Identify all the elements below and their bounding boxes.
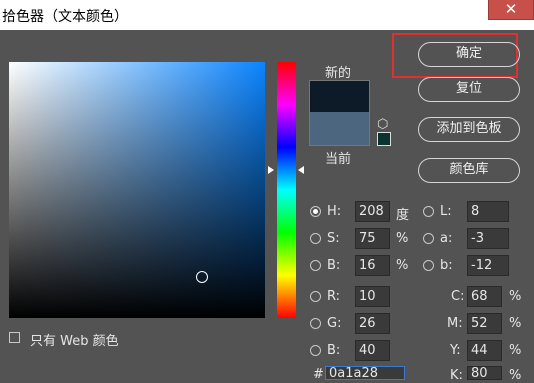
reset-button[interactable]: 复位 [418,77,520,102]
cube-icon[interactable]: ⬡ [377,117,388,132]
ok-button[interactable]: 确定 [418,42,520,67]
lab-b-radio[interactable] [423,260,434,271]
r-input[interactable]: 10 [355,286,390,307]
title-bar: 拾色器（文本颜色） [0,0,534,30]
g-label: G: [327,316,342,331]
color-libraries-button[interactable]: 颜色库 [418,158,520,183]
m-label: M: [447,316,463,331]
b-unit: % [396,258,409,273]
y-unit: % [509,343,522,358]
add-to-swatches-button[interactable]: 添加到色板 [418,117,520,142]
r-label: R: [327,289,341,304]
lab-a-input[interactable]: -3 [467,228,509,249]
k-unit: % [509,368,522,383]
s-unit: % [396,231,409,246]
s-radio[interactable] [310,233,321,244]
y-label: Y: [450,343,461,358]
hex-input[interactable]: 0a1a28 [325,366,405,381]
new-color-swatch [309,80,370,113]
lab-l-label: L: [440,204,452,219]
close-button[interactable]: ✕ [488,0,534,20]
k-label: K: [450,368,463,383]
h-input[interactable]: 208 [355,201,390,222]
c-unit: % [509,289,522,304]
lab-a-label: a: [440,231,453,246]
b-input[interactable]: 16 [355,255,390,276]
h-radio[interactable] [310,206,321,217]
b-radio[interactable] [310,260,321,271]
web-only-label: 只有 Web 颜色 [30,334,119,349]
r-radio[interactable] [310,291,321,302]
hue-slider-left-handle-icon[interactable] [268,166,274,174]
lab-b-input[interactable]: -12 [467,255,509,276]
b-label: B: [327,258,341,273]
window-title: 拾色器（文本颜色） [2,9,128,25]
hue-slider[interactable] [277,62,296,318]
web-safe-color-swatch[interactable] [377,132,391,146]
web-only-checkbox[interactable] [9,332,20,343]
lab-b-label: b: [440,258,453,273]
current-color-swatch[interactable] [309,112,370,146]
current-color-label: 当前 [325,152,352,167]
g-input[interactable]: 26 [355,313,390,334]
color-field-marker[interactable] [196,271,208,283]
g-radio[interactable] [310,318,321,329]
c-label: C: [451,289,465,304]
lab-a-radio[interactable] [423,233,434,244]
k-input[interactable]: 80 [467,366,502,381]
rgb-b-input[interactable]: 40 [355,340,390,361]
s-input[interactable]: 75 [355,228,390,249]
lab-l-input[interactable]: 8 [467,201,509,222]
y-input[interactable]: 44 [467,340,502,361]
close-icon: ✕ [504,0,518,18]
lab-l-radio[interactable] [423,206,434,217]
rgb-b-radio[interactable] [310,345,321,356]
s-label: S: [327,231,340,246]
c-input[interactable]: 68 [467,286,502,307]
new-color-label: 新的 [325,66,352,81]
h-unit: 度 [396,208,410,223]
h-label: H: [327,204,342,219]
color-field[interactable] [9,62,265,318]
rgb-b-label: B: [327,343,341,358]
hue-slider-right-handle-icon[interactable] [298,166,304,174]
m-input[interactable]: 52 [467,313,502,334]
m-unit: % [509,316,522,331]
